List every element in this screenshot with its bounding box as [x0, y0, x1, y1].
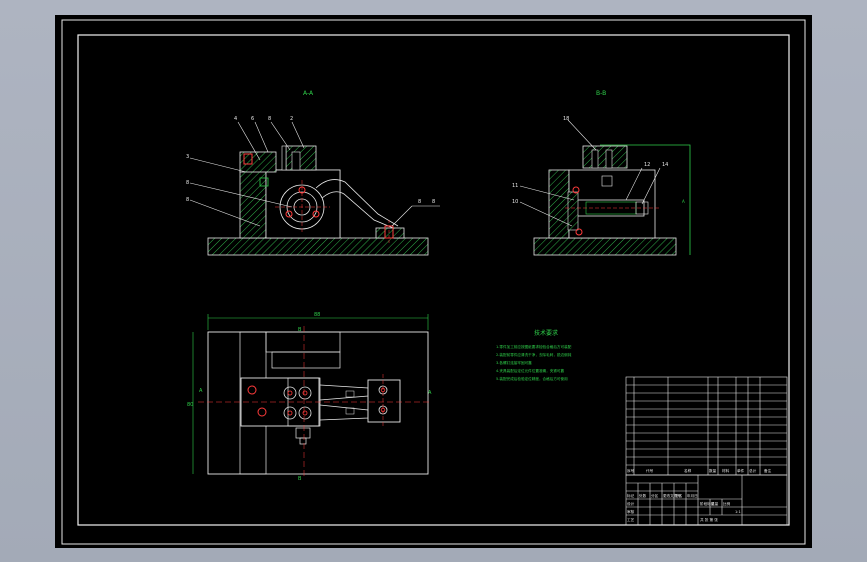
parts-header-note: 备注 [764, 468, 772, 473]
dim-bottom-label: B [298, 476, 302, 482]
right-support [375, 227, 405, 239]
tech-note-1: 1.零件加工前应按图纸要求检验合格后方可装配 [496, 344, 572, 349]
parts-header-code: 代号 [646, 468, 654, 473]
dim-side-label: A [199, 388, 203, 394]
parts-header-no: 序号 [627, 468, 635, 473]
side-callout-right-1: 12 [644, 162, 650, 168]
tb-label-sign: 签名 [675, 493, 683, 498]
dim-right-label: A [428, 390, 432, 396]
vertical-body [239, 169, 267, 239]
section-title-left: A-A [303, 90, 314, 97]
side-callout-left-1: 11 [512, 183, 518, 189]
side-callout-left-2: 10 [512, 199, 518, 205]
clamp-screw [281, 145, 287, 171]
parts-header-unit: 单件 [737, 468, 745, 473]
callout-top-3: 8 [268, 116, 271, 122]
section-title-right: B-B [596, 90, 606, 97]
callout-top-1: 4 [234, 116, 237, 122]
parts-header-material: 材料 [722, 468, 730, 473]
tb-scale-value: 1:1 [735, 510, 741, 514]
drawing-sheet [55, 15, 812, 548]
tb-label-count: 处数 [639, 493, 647, 498]
cad-viewport[interactable]: A-A 4 6 8 2 3 8 8 8 8 B-B A 18 11 10 12 … [0, 0, 867, 562]
callout-top-2: 6 [251, 116, 254, 122]
parts-header-qty: 数量 [709, 468, 717, 473]
side-slot-2 [605, 149, 613, 169]
tb-scale-label: 比例 [723, 501, 731, 506]
tb-process: 工艺 [627, 517, 635, 522]
tb-label-mark: 标记 [627, 493, 635, 498]
base-plate [207, 237, 429, 256]
tech-note-4: 4.夹具装配后定位元件位置准确，夹紧可靠 [496, 368, 565, 373]
tb-review: 审核 [627, 509, 635, 514]
side-callout-right-2: 14 [662, 162, 668, 168]
parts-header-name: 名称 [684, 468, 692, 473]
tb-design: 设计 [627, 501, 635, 506]
tb-weight: 重量 [711, 501, 719, 506]
callout-side-3: 8 [186, 197, 189, 203]
callout-top-4: 2 [290, 116, 293, 122]
side-base-plate [533, 237, 677, 256]
tech-notes-title: 技术要求 [534, 329, 558, 337]
top-clamp-right [285, 145, 317, 171]
tb-label-date: 年月日 [687, 493, 698, 498]
drawing-canvas[interactable]: A-A 4 6 8 2 3 8 8 8 8 B-B A 18 11 10 12 … [0, 0, 867, 562]
top-clamp-left [239, 151, 277, 173]
dim-left-value: 80 [187, 402, 193, 408]
dim-top-value: 88 [314, 312, 320, 318]
tech-note-2: 2.装配前零件应清洗干净，去除毛刺，锐边倒钝 [496, 352, 572, 357]
callout-side-1: 3 [186, 154, 189, 160]
side-vertical-body [548, 169, 570, 239]
callout-right-1: 8 [418, 199, 421, 205]
side-callout-top: 18 [563, 116, 569, 122]
parts-header-total: 总计 [749, 468, 757, 473]
callout-side-2: 8 [186, 180, 189, 186]
side-slot-1 [591, 149, 599, 169]
callout-right-2: 8 [432, 199, 435, 205]
tb-label-zone: 分区 [651, 493, 659, 498]
tech-note-3: 3.各螺钉连接牢固可靠 [496, 360, 532, 365]
side-green-label: A [682, 199, 685, 204]
tb-sheet: 共 张 第 张 [700, 517, 718, 522]
clamp-slot [291, 151, 301, 171]
side-top-clamp [582, 145, 628, 169]
side-flange [567, 191, 579, 231]
tech-note-5: 5.装配完成后检验定位精度，合格后方可使用 [496, 376, 568, 381]
